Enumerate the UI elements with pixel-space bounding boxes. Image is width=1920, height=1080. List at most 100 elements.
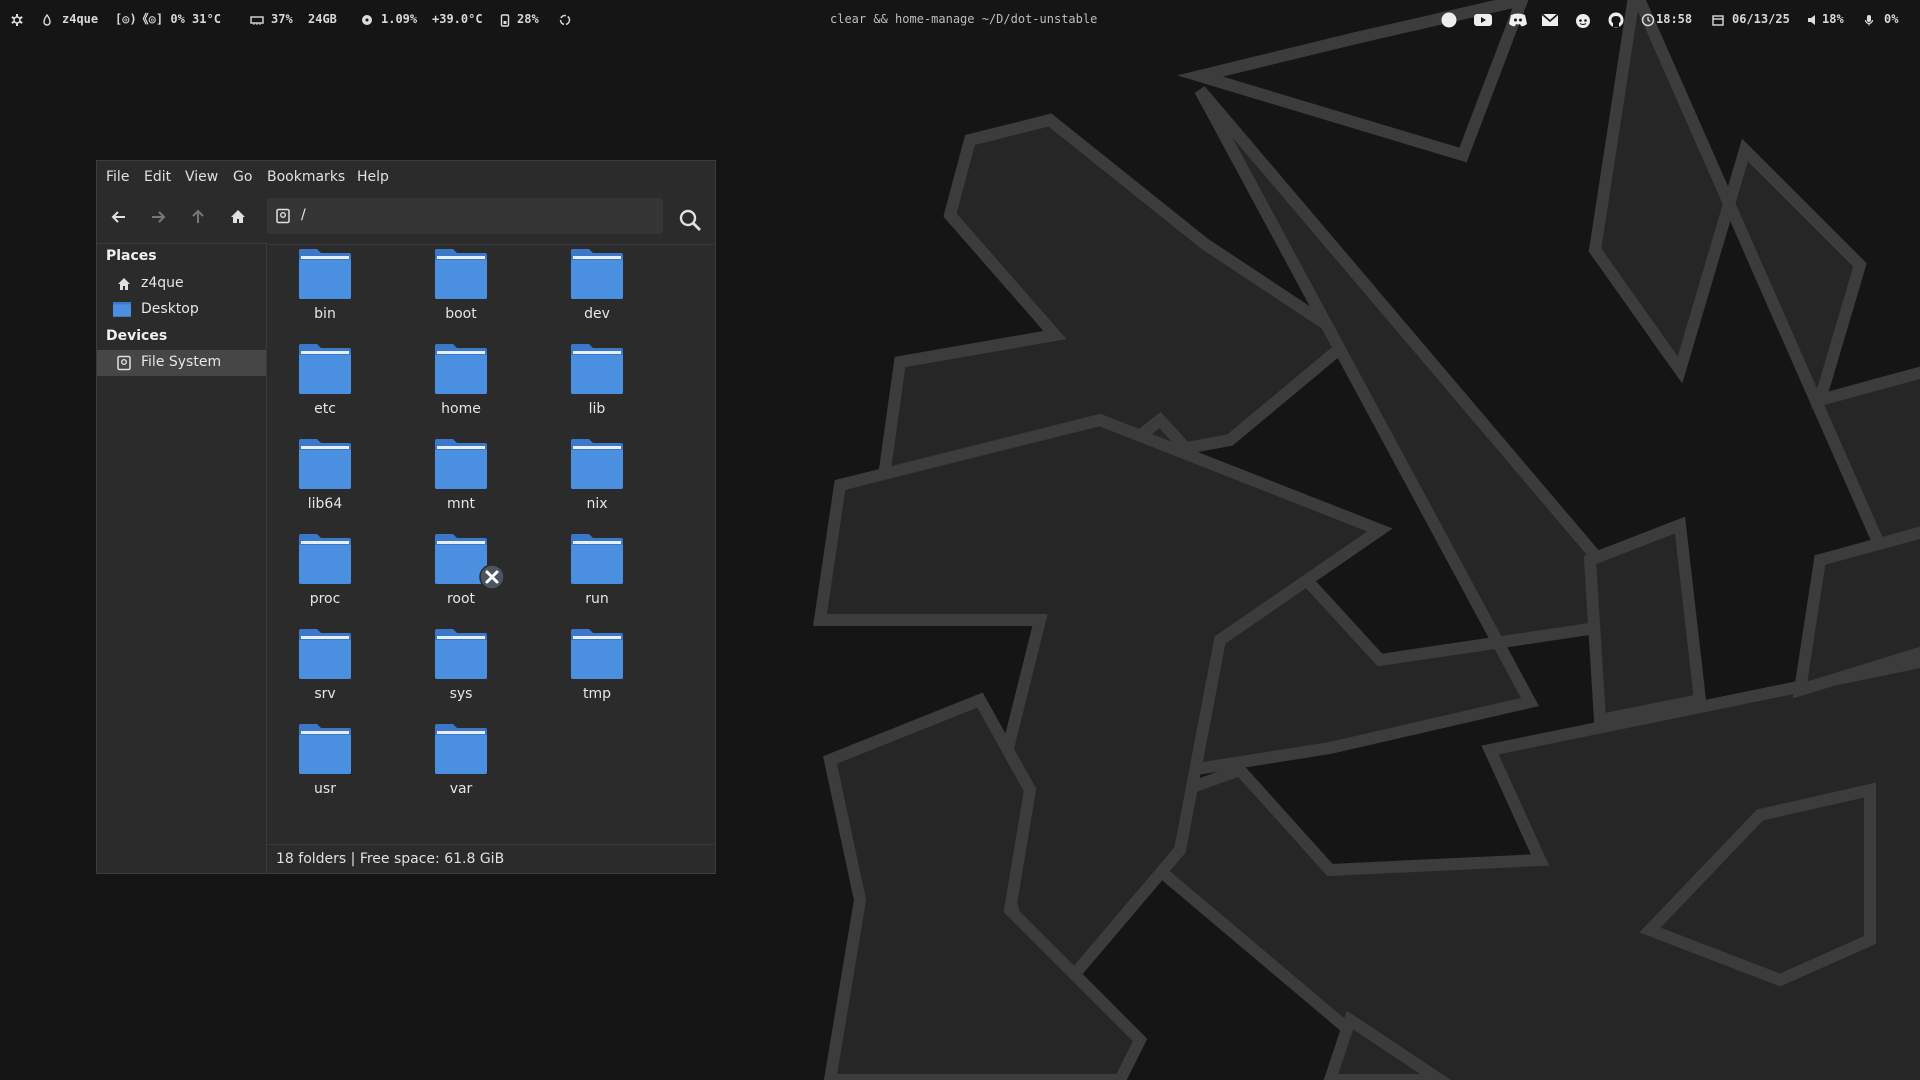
menu-help[interactable]: Help: [357, 169, 389, 185]
places-heading: Places: [106, 248, 157, 264]
microphone-level: 0%: [1884, 12, 1899, 26]
desktop-icon: [113, 302, 131, 317]
folder-item[interactable]: srv: [268, 623, 378, 715]
status-bar: z4que [◎)《◎] 0% 31°C 37% 24GB 1.09% +39.…: [0, 0, 1920, 38]
battery-percent: 28%: [517, 12, 539, 26]
devices-heading: Devices: [106, 328, 168, 344]
folder-label: nix: [586, 496, 608, 512]
folder-icon: [571, 249, 623, 299]
folder-item[interactable]: run: [540, 528, 650, 620]
folder-icon: [435, 439, 487, 489]
folder-icon: [571, 344, 623, 394]
folder-icon: [435, 344, 487, 394]
menu-go[interactable]: Go: [233, 169, 252, 185]
folder-item[interactable]: lib: [540, 338, 650, 430]
folder-label: proc: [309, 591, 341, 607]
forward-button[interactable]: [144, 203, 172, 231]
mail-icon[interactable]: [1541, 11, 1559, 27]
menu-edit[interactable]: Edit: [144, 169, 171, 185]
folder-icon: [571, 439, 623, 489]
folder-label: srv: [314, 686, 336, 702]
location-path: /: [301, 207, 306, 223]
active-window-title: clear && home-manage ~/D/dot-unstable: [830, 12, 1098, 26]
user-icon: [40, 11, 54, 27]
folder-item[interactable]: mnt: [404, 433, 514, 525]
folder-label: var: [449, 781, 473, 797]
menu-bar: File Edit View Go Bookmarks Help: [97, 161, 715, 193]
folder-label: sys: [449, 686, 473, 702]
folder-item[interactable]: etc: [268, 338, 378, 430]
folder-grid: bin boot dev etc home lib lib64 mnt nix proc root r…: [268, 244, 716, 845]
status-bar-text: 18 folders | Free space: 61.8 GiB: [268, 844, 715, 874]
folder-count-status: 18 folders | Free space: 61.8 GiB: [276, 851, 505, 867]
folder-item[interactable]: boot: [404, 243, 514, 335]
battery-icon: [498, 11, 512, 27]
folder-label: tmp: [582, 686, 611, 702]
folder-label: bin: [314, 306, 336, 322]
microphone-icon[interactable]: [1862, 11, 1876, 27]
folder-item[interactable]: root: [404, 528, 514, 620]
folder-label: boot: [445, 306, 477, 322]
home-icon: [231, 210, 245, 223]
search-icon[interactable]: [677, 207, 703, 233]
locked-emblem-icon: [479, 564, 505, 590]
folder-item[interactable]: sys: [404, 623, 514, 715]
folder-item[interactable]: dev: [540, 243, 650, 335]
folder-item[interactable]: proc: [268, 528, 378, 620]
sidebar-item-desktop[interactable]: Desktop: [97, 297, 266, 323]
drive-icon: [117, 355, 131, 371]
memory-icon: [250, 11, 264, 27]
folder-item[interactable]: bin: [268, 243, 378, 335]
user-name: z4que: [62, 12, 99, 26]
sidebar-item-label: Desktop: [141, 301, 199, 317]
back-button[interactable]: [105, 203, 133, 231]
discord-icon[interactable]: [1508, 11, 1528, 27]
folder-item[interactable]: home: [404, 338, 514, 430]
folder-item[interactable]: nix: [540, 433, 650, 525]
firefox-icon[interactable]: [1440, 11, 1458, 28]
folder-icon: [299, 629, 351, 679]
folder-icon: [435, 249, 487, 299]
calendar-icon: [1711, 11, 1725, 27]
cpu-status: [◎)《◎] 0% 31°C: [115, 12, 221, 26]
drive-icon: [276, 208, 290, 224]
folder-icon: [299, 439, 351, 489]
location-bar[interactable]: /: [267, 198, 663, 234]
reddit-icon[interactable]: [1574, 11, 1592, 28]
arrow-right-icon: [152, 211, 166, 223]
folder-label: lib: [588, 401, 606, 417]
menu-bookmarks[interactable]: Bookmarks: [267, 169, 345, 185]
menu-file[interactable]: File: [106, 169, 129, 185]
nixos-icon[interactable]: [10, 11, 24, 27]
arrow-up-icon: [192, 209, 204, 223]
clock-time: 18:58: [1656, 12, 1693, 26]
folder-label: dev: [584, 306, 610, 322]
folder-icon: [571, 534, 623, 584]
folder-item[interactable]: var: [404, 718, 514, 810]
sidebar-item-file-system[interactable]: File System: [97, 350, 266, 376]
file-manager-window[interactable]: File Edit View Go Bookmarks Help / Place…: [96, 160, 716, 874]
temperature: +39.0°C: [432, 12, 483, 26]
folder-item[interactable]: usr: [268, 718, 378, 810]
folder-icon: [299, 344, 351, 394]
up-button[interactable]: [184, 203, 212, 231]
memory-percent: 37%: [271, 12, 293, 26]
folder-item[interactable]: lib64: [268, 433, 378, 525]
home-button[interactable]: [224, 203, 252, 231]
folder-label: mnt: [447, 496, 475, 512]
memory-size: 24GB: [308, 12, 337, 26]
folder-item[interactable]: tmp: [540, 623, 650, 715]
folder-icon: [571, 629, 623, 679]
sidebar-item-label: z4que: [141, 275, 184, 291]
menu-view[interactable]: View: [185, 169, 218, 185]
folder-label: home: [441, 401, 481, 417]
volume-icon[interactable]: [1806, 11, 1820, 27]
clock-icon: [1641, 11, 1655, 27]
folder-label: root: [446, 591, 476, 607]
youtube-icon[interactable]: [1473, 11, 1493, 27]
github-icon[interactable]: [1607, 11, 1625, 28]
folder-label: run: [585, 591, 609, 607]
arrow-left-icon: [111, 211, 125, 223]
recycle-icon[interactable]: [558, 11, 572, 27]
sidebar-item-home[interactable]: z4que: [97, 271, 266, 297]
